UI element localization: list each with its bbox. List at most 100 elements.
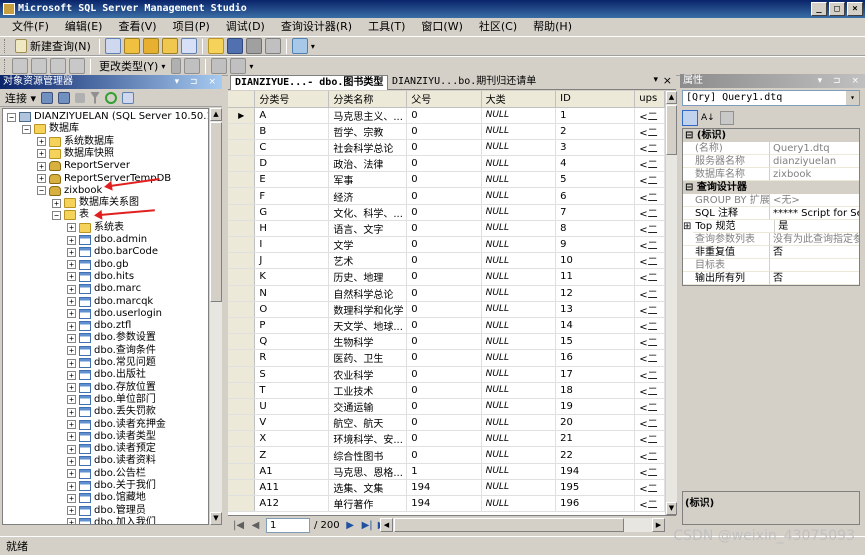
refresh-icon[interactable] — [105, 91, 118, 104]
property-row[interactable]: SQL 注释 ***** Script for Sel — [683, 207, 859, 220]
expand-icon[interactable]: + — [52, 198, 61, 208]
grid-cell[interactable]: I — [254, 236, 330, 254]
grid-cell[interactable]: NULL — [481, 268, 557, 286]
menu-item[interactable]: 查看(V) — [110, 18, 164, 36]
expand-icon[interactable]: + — [67, 370, 76, 380]
grid-cell[interactable]: 语言、文字 — [328, 220, 408, 238]
grid-cell[interactable]: 2 — [555, 123, 636, 140]
grid-cell[interactable]: V — [254, 414, 330, 432]
grid-cell[interactable]: NULL — [481, 349, 557, 367]
property-category[interactable]: ⊟ 查询设计器 — [683, 181, 859, 194]
grid-cell[interactable]: 生物科学 — [328, 333, 408, 351]
row-selector[interactable] — [228, 285, 256, 302]
row-selector[interactable] — [228, 349, 256, 367]
scroll-right-arrow[interactable]: ▶ — [652, 518, 665, 532]
grid-cell[interactable]: 自然科学总论 — [328, 285, 408, 302]
expand-icon[interactable]: + — [67, 420, 76, 429]
grid-cell[interactable]: 选集、文集 — [328, 479, 408, 497]
change-type-button[interactable]: 更改类型(Y) ▾ — [96, 58, 168, 75]
toolbar-grip[interactable] — [4, 39, 7, 53]
grid-cell[interactable]: NULL — [481, 236, 557, 254]
grid-cell[interactable]: D — [254, 155, 330, 173]
database-engine-query-icon[interactable] — [104, 38, 121, 54]
property-row[interactable]: 查询参数列表没有为此查询指定参数 — [683, 233, 859, 246]
collapse-icon[interactable]: ⊟ — [685, 182, 697, 193]
grid-cell[interactable]: 马克思主义、... — [328, 107, 408, 124]
grid-cell[interactable]: 0 — [406, 382, 482, 399]
grid-cell[interactable]: 0 — [406, 317, 482, 335]
grid-cell[interactable]: NULL — [481, 252, 557, 270]
tree-node[interactable]: + dbo.marcqk — [67, 296, 153, 308]
tree-node[interactable]: + dbo.丢失罚款 — [67, 406, 156, 418]
sqlce-query-icon[interactable] — [180, 38, 197, 54]
grid-cell[interactable]: A — [254, 107, 330, 124]
row-selector[interactable] — [228, 446, 256, 464]
expand-icon[interactable]: + — [37, 161, 46, 171]
grid-cell[interactable]: <二 — [634, 155, 665, 173]
grid-cell[interactable]: NULL — [481, 430, 557, 448]
row-selector[interactable] — [228, 333, 256, 351]
grid-cell[interactable]: F — [254, 187, 330, 205]
menu-item[interactable]: 社区(C) — [471, 18, 525, 36]
grid-horizontal-scrollbar[interactable]: ◀ ▶ — [380, 518, 665, 532]
grid-cell[interactable]: 经济 — [328, 187, 408, 205]
expand-icon[interactable]: + — [67, 235, 76, 245]
tree-node[interactable]: + dbo.馆藏地 — [67, 492, 146, 504]
scroll-left-arrow[interactable]: ◀ — [380, 518, 393, 532]
show-diagram-pane-icon[interactable] — [12, 58, 28, 74]
tree-node[interactable]: + dbo.userlogin — [67, 308, 162, 320]
grid-cell[interactable]: <二 — [634, 268, 665, 286]
table-row[interactable]: V 航空、航天 0 NULL 20 <二 — [228, 414, 665, 432]
table-row[interactable]: ▶ A 马克思主义、... 0 NULL 1 <二 — [228, 107, 665, 124]
grid-cell[interactable]: 196 — [555, 495, 636, 513]
property-value[interactable] — [770, 259, 859, 272]
expand-icon[interactable]: + — [67, 297, 76, 306]
grid-cell[interactable]: O — [254, 301, 330, 318]
grid-cell[interactable]: 交通运输 — [328, 398, 408, 416]
grid-cell[interactable]: 0 — [406, 398, 482, 416]
grid-cell[interactable]: <二 — [634, 301, 665, 318]
tree-node[interactable]: + dbo.barCode — [67, 246, 158, 258]
property-value[interactable]: ***** Script for Sel — [770, 207, 859, 220]
grid-cell[interactable]: 10 — [555, 252, 636, 270]
tree-node[interactable]: − zixbook — [37, 185, 102, 197]
property-row[interactable]: GROUP BY 扩展 <无> — [683, 194, 859, 207]
property-value[interactable]: zixbook — [770, 168, 859, 181]
grid-cell[interactable]: 14 — [555, 317, 636, 335]
tree-node[interactable]: + dbo.参数设置 — [67, 332, 156, 344]
tree-node[interactable]: − 表 — [52, 209, 89, 221]
grid-cell[interactable]: X — [254, 430, 330, 448]
grid-cell[interactable]: 哲学、宗教 — [328, 123, 408, 140]
row-selector[interactable] — [228, 171, 256, 189]
table-row[interactable]: I 文学 0 NULL 9 <二 — [228, 236, 665, 254]
expand-icon[interactable]: + — [67, 223, 76, 233]
grid-cell[interactable]: <二 — [634, 463, 665, 480]
current-row-indicator[interactable]: ▶ — [228, 107, 256, 124]
collapse-icon[interactable]: − — [7, 112, 16, 122]
grid-cell[interactable]: T — [254, 382, 330, 399]
grid-cell[interactable]: <二 — [634, 430, 665, 448]
property-category[interactable]: ⊟ (标识) — [683, 129, 859, 142]
tree-node[interactable]: + dbo.admin — [67, 234, 147, 246]
toolbar-overflow-icon[interactable]: ▾ — [311, 42, 315, 51]
grid-cell[interactable]: 天文学、地球... — [328, 317, 408, 335]
menu-item[interactable]: 查询设计器(R) — [273, 18, 360, 36]
grid-cell[interactable]: 7 — [555, 204, 636, 221]
grid-cell[interactable]: 15 — [555, 333, 636, 351]
grid-cell[interactable]: NULL — [481, 171, 557, 189]
alphabetical-icon[interactable]: A↓ — [701, 110, 717, 126]
summary-icon[interactable] — [122, 91, 135, 104]
table-row[interactable]: K 历史、地理 0 NULL 11 <二 — [228, 268, 665, 286]
close-tab-icon[interactable]: × — [663, 74, 672, 87]
grid-cell[interactable]: 0 — [406, 171, 482, 189]
table-row[interactable]: T 工业技术 0 NULL 18 <二 — [228, 382, 665, 399]
grid-cell[interactable]: E — [254, 171, 330, 189]
row-selector[interactable] — [228, 252, 256, 270]
collapse-icon[interactable]: ⊟ — [685, 130, 697, 141]
grid-cell[interactable]: 20 — [555, 414, 636, 432]
grid-cell[interactable]: 艺术 — [328, 252, 408, 270]
tree-node[interactable]: + dbo.hits — [67, 271, 134, 283]
categorized-icon[interactable] — [682, 110, 698, 126]
table-row[interactable]: P 天文学、地球... 0 NULL 14 <二 — [228, 317, 665, 335]
grid-cell[interactable]: 8 — [555, 220, 636, 238]
